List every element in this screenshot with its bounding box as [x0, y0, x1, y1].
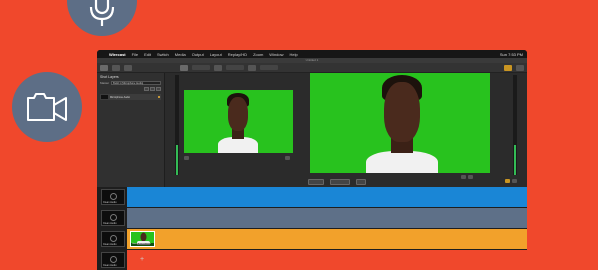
presenter-figure: [218, 93, 258, 153]
menu-file[interactable]: File: [132, 52, 138, 57]
live-more-button[interactable]: [512, 179, 517, 183]
menu-zoom[interactable]: Zoom: [253, 52, 263, 57]
window-titlebar: Untitled 1: [97, 58, 527, 63]
track-label: Clean Audio: [103, 243, 117, 246]
video-camera-icon-circle: [12, 72, 82, 142]
track-row[interactable]: Clean Audio Green Screen Pres: [97, 229, 527, 249]
layout-button[interactable]: [100, 64, 108, 71]
track-header[interactable]: Clean Audio: [101, 231, 125, 247]
live-settings-button[interactable]: [461, 175, 466, 179]
record-status: [226, 65, 244, 70]
audio-icon: [110, 214, 117, 221]
track-header[interactable]: Clean Audio: [101, 210, 125, 226]
live-output-monitor[interactable]: [310, 73, 490, 173]
window-title: Untitled 1: [305, 58, 319, 62]
shot-select[interactable]: Build 1 (Microphone Audio): [111, 81, 161, 85]
audio-icon: [110, 256, 117, 263]
preview-controls-right: [285, 156, 290, 160]
remove-layer-button[interactable]: [150, 87, 155, 91]
layer-item[interactable]: Microphone Audio: [100, 94, 161, 100]
shot-clip[interactable]: Green Screen Pres: [130, 231, 155, 247]
track-label: Clean Audio: [103, 201, 117, 204]
menu-edit[interactable]: Edit: [144, 52, 151, 57]
track-row[interactable]: Clean Audio: [97, 187, 527, 207]
menu-replay[interactable]: Replay/HD: [228, 52, 247, 57]
layout-button-2[interactable]: [112, 64, 120, 71]
menu-help[interactable]: Help: [290, 52, 298, 57]
live-controls: [461, 175, 473, 179]
menu-window[interactable]: Window: [269, 52, 283, 57]
live-indicator[interactable]: [504, 64, 512, 71]
app-window: Wirecast File Edit Switch Media Output L…: [97, 50, 527, 270]
menu-layout[interactable]: Layout: [210, 52, 222, 57]
menu-media[interactable]: Media: [175, 52, 186, 57]
audio-icon: [110, 193, 117, 200]
live-options-button[interactable]: [468, 175, 473, 179]
track-label: Clean Audio: [103, 222, 117, 225]
track-row[interactable]: Clean Audio: [97, 208, 527, 228]
track-header[interactable]: Clean Audio: [101, 252, 125, 268]
track-label: Clean Audio: [103, 264, 117, 267]
menu-app-name[interactable]: Wirecast: [109, 52, 126, 57]
toolbar: [97, 63, 527, 73]
preview-controls: [184, 156, 189, 160]
preview-settings-button[interactable]: [184, 156, 189, 160]
presenter-figure-large: [366, 75, 438, 173]
track-row[interactable]: Clean Audio +: [97, 250, 527, 270]
live-toggle-button[interactable]: [505, 179, 510, 183]
transition-controls: [308, 179, 366, 185]
live-audio-meter: [513, 75, 517, 175]
layer-thumbnail: [101, 95, 108, 99]
settings-button[interactable]: [516, 64, 524, 71]
preview-audio-meter: [175, 75, 179, 175]
layout-button-3[interactable]: [124, 64, 132, 71]
clip-label: Green Screen Pres: [131, 243, 154, 246]
shot-timeline: Clean Audio Clean Audio Clean Audio Gree…: [97, 187, 527, 270]
go-button[interactable]: [356, 179, 366, 185]
preview-options-button[interactable]: [285, 156, 290, 160]
stream-status: [192, 65, 210, 70]
replay-status: [260, 65, 278, 70]
layer-buttons: [100, 87, 161, 91]
microphone-icon-circle: [67, 0, 137, 36]
preview-monitor[interactable]: [184, 90, 293, 153]
menu-switch[interactable]: Switch: [157, 52, 169, 57]
layer-options-button[interactable]: [156, 87, 161, 91]
layer-label: Microphone Audio: [110, 95, 131, 99]
record-button[interactable]: [214, 64, 222, 71]
live-right-controls: [505, 179, 517, 183]
track-bar[interactable]: [127, 229, 527, 249]
menu-clock: Sun 7:53 PM: [499, 51, 523, 57]
video-camera-icon: [27, 93, 67, 121]
track-header[interactable]: Clean Audio: [101, 189, 125, 205]
menu-bar: Wirecast File Edit Switch Media Output L…: [97, 50, 527, 58]
replay-button[interactable]: [248, 64, 256, 71]
add-shot-icon[interactable]: +: [140, 256, 144, 263]
microphone-icon: [89, 0, 115, 26]
audio-icon: [110, 235, 117, 242]
layer-status-dot: [158, 96, 160, 98]
main-area: Shot Layers Master Build 1 (Microphone A…: [97, 73, 527, 188]
stream-button[interactable]: [180, 64, 188, 71]
panel-title: Shot Layers: [100, 75, 119, 79]
track-bar[interactable]: [127, 187, 527, 207]
menu-output[interactable]: Output: [192, 52, 204, 57]
smooth-button[interactable]: [330, 179, 350, 185]
add-layer-button[interactable]: [144, 87, 149, 91]
track-bar[interactable]: [127, 208, 527, 228]
track-bar[interactable]: [127, 250, 527, 270]
master-label: Master: [100, 81, 110, 85]
cut-button[interactable]: [308, 179, 324, 185]
shot-layers-panel: Shot Layers Master Build 1 (Microphone A…: [97, 73, 165, 188]
